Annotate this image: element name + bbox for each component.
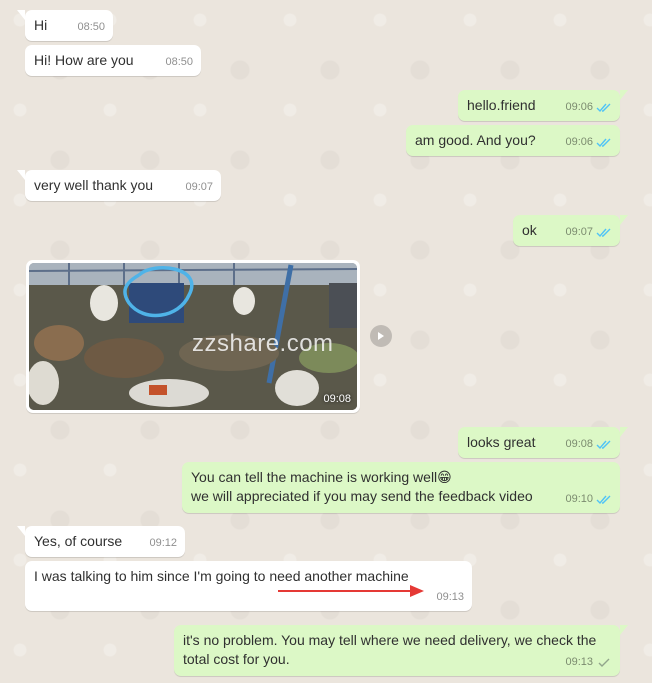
message-text: it's no problem. You may tell where we n… <box>183 632 597 667</box>
watermark-text: zzshare.com <box>192 330 334 357</box>
message-time: 09:13 <box>565 656 593 668</box>
forward-button[interactable] <box>370 325 392 347</box>
message-text: Hi <box>34 17 48 33</box>
message-meta: 09:06 <box>565 133 612 152</box>
message-time: 09:07 <box>185 181 213 193</box>
message-time: 08:50 <box>77 21 105 33</box>
message-meta: 08:50 <box>165 53 193 72</box>
read-ticks-icon <box>596 228 611 238</box>
message-text: You can tell the machine is working well… <box>191 469 533 504</box>
message-time: 09:08 <box>565 438 593 450</box>
message-bubble-outgoing[interactable]: ok 09:07 <box>513 215 628 246</box>
message-time: 09:12 <box>149 537 177 549</box>
message-bubble-incoming[interactable]: I was talking to him since I'm going to … <box>25 561 472 611</box>
message-time: 08:50 <box>165 56 193 68</box>
message-text: very well thank you <box>34 177 154 193</box>
message-meta: 09:07 <box>185 178 213 197</box>
message-bubble-incoming[interactable]: Yes, of course 09:12 <box>17 526 185 557</box>
read-ticks-icon <box>596 495 611 505</box>
message-meta: 09:08 <box>565 435 612 454</box>
message-bubble-outgoing[interactable]: it's no problem. You may tell where we n… <box>174 625 628 676</box>
message-bubble-incoming[interactable]: Hi! How are you 08:50 <box>25 45 201 76</box>
read-ticks-icon <box>596 440 611 450</box>
message-text: I was talking to him since I'm going to … <box>34 568 409 584</box>
message-meta: 09:10 <box>565 490 612 509</box>
message-meta: 09:07 <box>565 223 612 242</box>
message-text: ok <box>522 222 537 238</box>
delivered-tick-icon <box>598 658 610 667</box>
forward-icon <box>378 332 384 340</box>
message-meta: 08:50 <box>77 18 105 37</box>
message-bubble-outgoing[interactable]: am good. And you? 09:06 <box>406 125 620 156</box>
message-bubble-incoming[interactable]: very well thank you 09:07 <box>17 170 221 201</box>
message-meta: 09:13 <box>565 653 612 672</box>
message-meta: 09:13 <box>436 588 464 607</box>
message-meta: 09:12 <box>149 534 177 553</box>
message-meta: 09:06 <box>565 98 612 117</box>
red-arrow-annotation <box>278 585 424 597</box>
message-bubble-outgoing[interactable]: You can tell the machine is working well… <box>182 462 620 513</box>
message-text: Yes, of course <box>34 533 123 549</box>
message-time: 09:06 <box>565 136 593 148</box>
message-text: hello.friend <box>467 97 536 113</box>
read-ticks-icon <box>596 103 611 113</box>
message-bubble-outgoing[interactable]: hello.friend 09:06 <box>458 90 628 121</box>
read-ticks-icon <box>596 138 611 148</box>
message-time: 09:08 <box>323 393 351 405</box>
message-time: 09:07 <box>565 226 593 238</box>
message-time: 09:10 <box>565 493 593 505</box>
message-bubble-incoming[interactable]: Hi 08:50 <box>17 10 113 41</box>
message-bubble-outgoing[interactable]: looks great 09:08 <box>458 427 628 458</box>
message-time: 09:06 <box>565 101 593 113</box>
message-text: Hi! How are you <box>34 52 134 68</box>
message-time: 09:13 <box>436 591 464 603</box>
message-text: looks great <box>467 434 536 450</box>
message-text: am good. And you? <box>415 132 536 148</box>
